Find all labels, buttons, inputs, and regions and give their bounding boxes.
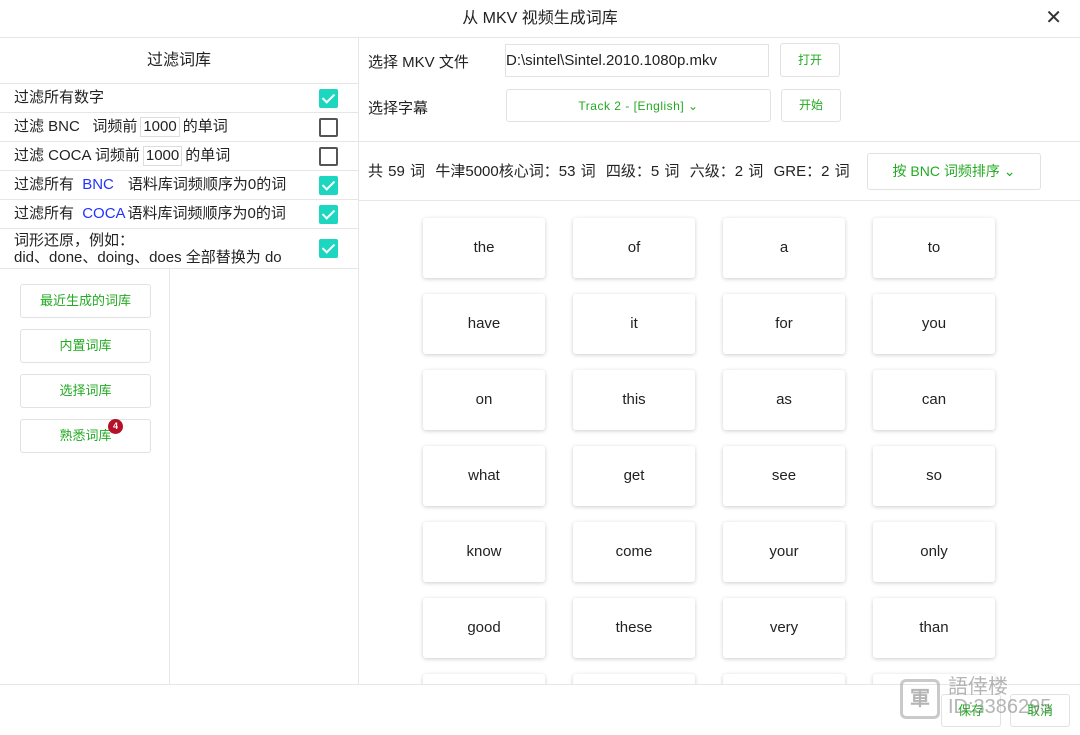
- word-grid[interactable]: the of a to have it for you on this as can what get se…: [359, 201, 1080, 684]
- bnc-count-input[interactable]: 1000: [140, 117, 180, 137]
- filter-label: 过滤所有: [14, 205, 75, 222]
- filter-lemmatize-checkbox[interactable]: [319, 239, 338, 258]
- filter-label: 的单词: [185, 147, 231, 164]
- window-title: 从 MKV 视频生成词库: [462, 10, 618, 27]
- filter-label: did、done、doing、does 全部替换为 do: [14, 249, 282, 266]
- word-card[interactable]: than: [873, 598, 995, 658]
- filter-coca-top: 过滤 COCA 词频前 1000 的单词: [0, 142, 358, 171]
- filter-coca-zero-checkbox[interactable]: [319, 205, 338, 224]
- familiar-library-label: 熟悉词库: [59, 428, 112, 443]
- filter-lemmatize: 词形还原，例如： did、done、doing、does 全部替换为 do: [0, 229, 358, 269]
- word-card[interactable]: as: [723, 370, 845, 430]
- chevron-down-icon: ⌄: [1003, 163, 1016, 179]
- library-buttons: 最近生成的词库 内置词库 选择词库 熟悉词库 4: [0, 268, 170, 684]
- word-card[interactable]: a: [723, 218, 845, 278]
- file-label: 选择 MKV 文件: [368, 54, 469, 71]
- word-card[interactable]: know: [423, 522, 545, 582]
- footer: 保存 取消: [0, 684, 1080, 735]
- filter-bnc-top: 过滤 BNC 词频前 1000 的单词: [0, 113, 358, 142]
- word-card[interactable]: only: [873, 522, 995, 582]
- cancel-button[interactable]: 取消: [1010, 694, 1070, 727]
- word-card[interactable]: so: [873, 446, 995, 506]
- word-card[interactable]: you: [873, 294, 995, 354]
- filter-coca-zero: 过滤所有 COCA 语料库词频顺序为0的词: [0, 200, 358, 229]
- word-card[interactable]: for: [723, 294, 845, 354]
- stats-bar: 共 59 词 牛津5000核心词：53 词 四级：5 词 六级：2 词 GRE：…: [359, 141, 1080, 201]
- word-card[interactable]: this: [573, 370, 695, 430]
- open-button[interactable]: 打开: [780, 43, 840, 77]
- recent-library-button[interactable]: 最近生成的词库: [20, 284, 151, 318]
- builtin-library-button[interactable]: 内置词库: [20, 329, 151, 363]
- word-card[interactable]: come: [573, 522, 695, 582]
- filter-bnc-zero-checkbox[interactable]: [319, 176, 338, 195]
- filter-header: 过滤词库: [0, 38, 358, 84]
- close-icon[interactable]: ✕: [1045, 0, 1062, 36]
- start-button[interactable]: 开始: [781, 89, 841, 122]
- word-card[interactable]: to: [873, 218, 995, 278]
- word-card[interactable]: very: [723, 598, 845, 658]
- word-card[interactable]: of: [573, 218, 695, 278]
- word-card[interactable]: it: [573, 294, 695, 354]
- filter-coca-checkbox[interactable]: [319, 147, 338, 166]
- filter-label: 语料库词频顺序为0的词: [127, 205, 286, 222]
- choose-library-button[interactable]: 选择词库: [20, 374, 151, 408]
- sort-select[interactable]: 按 BNC 词频排序 ⌄: [867, 153, 1041, 190]
- word-card[interactable]: these: [573, 598, 695, 658]
- filter-label: 过滤 BNC 词频前: [14, 118, 138, 135]
- filter-label: 过滤所有: [14, 176, 75, 193]
- subtitle-label: 选择字幕: [368, 100, 429, 117]
- word-card[interactable]: [873, 674, 995, 684]
- filter-panel: 过滤词库 过滤所有数字 过滤 BNC 词频前 1000 的单词 过滤 COCA 词频…: [0, 38, 359, 684]
- subtitle-value: Track 2 - [English]: [578, 99, 685, 113]
- word-card[interactable]: good: [423, 598, 545, 658]
- sort-value: 按 BNC 词频排序: [892, 163, 1000, 179]
- corpus-name: BNC: [82, 176, 114, 193]
- word-card[interactable]: [573, 674, 695, 684]
- filter-numbers-checkbox[interactable]: [319, 89, 338, 108]
- count-badge: 4: [108, 419, 123, 434]
- word-card[interactable]: what: [423, 446, 545, 506]
- main-panel: 选择 MKV 文件 D:\sintel\Sintel.2010.1080p.mk…: [359, 38, 1080, 684]
- filter-numbers: 过滤所有数字: [0, 84, 358, 113]
- word-card[interactable]: the: [423, 218, 545, 278]
- word-card[interactable]: see: [723, 446, 845, 506]
- filter-label: 过滤所有数字: [14, 89, 105, 106]
- filter-label: 过滤 COCA 词频前: [14, 147, 140, 164]
- word-card[interactable]: can: [873, 370, 995, 430]
- filter-bnc-zero: 过滤所有 BNC 语料库词频顺序为0的词: [0, 171, 358, 200]
- filter-bnc-checkbox[interactable]: [319, 118, 338, 137]
- word-card[interactable]: on: [423, 370, 545, 430]
- word-card[interactable]: [423, 674, 545, 684]
- word-card[interactable]: get: [573, 446, 695, 506]
- word-card[interactable]: your: [723, 522, 845, 582]
- word-stats: 共 59 词 牛津5000核心词：53 词 四级：5 词 六级：2 词 GRE：…: [368, 163, 850, 180]
- word-card[interactable]: have: [423, 294, 545, 354]
- coca-count-input[interactable]: 1000: [142, 146, 183, 166]
- save-button[interactable]: 保存: [941, 694, 1001, 727]
- corpus-name: COCA: [82, 205, 126, 222]
- chevron-down-icon: ⌄: [688, 99, 699, 113]
- filter-label: 词形还原，例如：: [14, 232, 135, 249]
- familiar-library-button[interactable]: 熟悉词库 4: [20, 419, 151, 453]
- subtitle-select[interactable]: Track 2 - [English] ⌄: [506, 89, 771, 122]
- filter-label: 的单词: [182, 118, 228, 135]
- title-bar: 从 MKV 视频生成词库 ✕: [0, 0, 1080, 38]
- file-path-input[interactable]: D:\sintel\Sintel.2010.1080p.mkv: [505, 44, 769, 77]
- word-card[interactable]: [723, 674, 845, 684]
- filter-label: 语料库词频顺序为0的词: [127, 176, 287, 193]
